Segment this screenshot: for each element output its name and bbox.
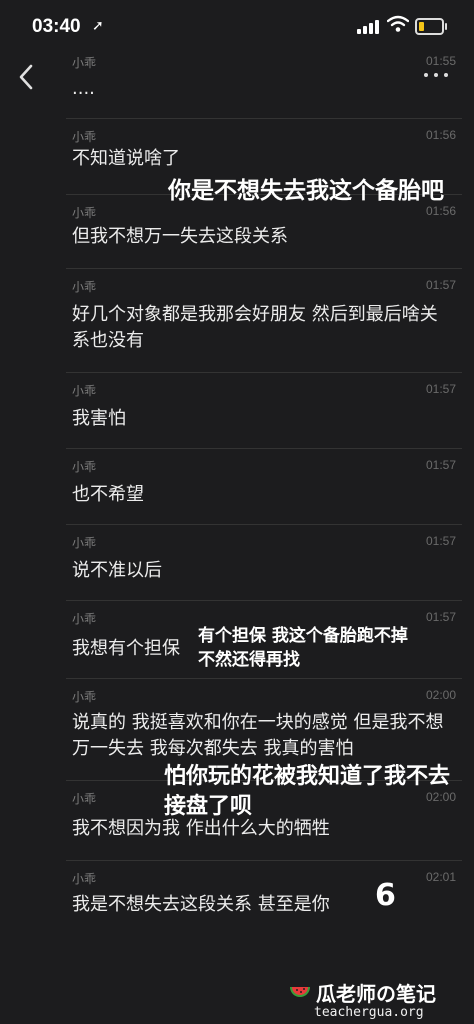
message-time: 01:57: [425, 458, 456, 472]
battery-low-icon: [415, 18, 447, 35]
message-sender: 小乖: [72, 872, 97, 886]
message-sender: 小乖: [72, 792, 97, 806]
message-text: 我害怕: [72, 408, 126, 429]
message-item[interactable]: 小乖 01:57 我害怕: [66, 372, 462, 448]
location-arrow-icon: ➚: [92, 18, 104, 34]
message-time: 01:56: [425, 128, 456, 142]
message-text: 好几个对象都是我那会好朋友 然后到最后啥关系也没有: [72, 304, 438, 351]
message-text: 但我不想万一失去这段关系: [72, 226, 288, 247]
divider: [66, 448, 462, 449]
watermark-title: 瓜老师の笔记: [316, 982, 436, 1006]
back-button[interactable]: [14, 62, 40, 92]
message-sender: 小乖: [72, 460, 97, 474]
divider: [66, 524, 462, 525]
message-time: 01:55: [425, 54, 456, 68]
annotation-text: 怕你玩的花被我知道了我不去接盘了呗: [164, 764, 451, 819]
message-item[interactable]: 小乖 01:57 也不希望: [66, 448, 462, 524]
annotation-text: 6: [375, 878, 396, 913]
message-sender: 小乖: [72, 280, 97, 294]
message-time: 02:00: [425, 688, 456, 702]
message-text: 说真的 我挺喜欢和你在一块的感觉 但是我不想万一失去 我每次都失去 我真的害怕: [72, 712, 444, 759]
message-item[interactable]: 小乖 01:55 ....: [66, 44, 462, 118]
message-time: 01:57: [425, 534, 456, 548]
message-text: 也不希望: [72, 484, 144, 505]
annotation-text: 你是不想失去我这个备胎吧: [168, 178, 444, 204]
message-item[interactable]: 小乖 01:57 说不准以后: [66, 524, 462, 600]
divider: [66, 860, 462, 861]
divider: [66, 268, 462, 269]
status-time: 03:40: [32, 16, 81, 37]
message-time: 01:57: [425, 610, 456, 624]
divider: [66, 678, 462, 679]
message-text: 不知道说啥了: [72, 148, 180, 169]
message-sender: 小乖: [72, 690, 97, 704]
message-sender: 小乖: [72, 536, 97, 550]
message-sender: 小乖: [72, 56, 97, 70]
wifi-icon: [386, 15, 410, 35]
message-time: 01:56: [425, 204, 456, 218]
message-sender: 小乖: [72, 130, 97, 144]
message-sender: 小乖: [72, 206, 97, 220]
message-time: 01:57: [425, 382, 456, 396]
divider: [66, 118, 462, 119]
message-text: 说不准以后: [72, 560, 162, 581]
watermelon-icon: [288, 979, 312, 1003]
message-time: 02:01: [425, 870, 456, 884]
message-item[interactable]: 小乖 01:57 好几个对象都是我那会好朋友 然后到最后啥关系也没有: [66, 268, 462, 372]
watermark-url: teachergua.org: [314, 1005, 424, 1020]
divider: [66, 600, 462, 601]
divider: [66, 372, 462, 373]
annotation-text: 有个担保 我这个备胎跑不掉 不然还得再找: [198, 626, 408, 670]
message-time: 01:57: [425, 278, 456, 292]
cellular-signal-icon: [357, 18, 381, 34]
message-item[interactable]: 小乖 02:01 我是不想失去这段关系 甚至是你: [66, 860, 462, 940]
message-text: ....: [72, 78, 95, 99]
chevron-left-icon: [19, 64, 33, 90]
message-sender: 小乖: [72, 384, 97, 398]
message-sender: 小乖: [72, 612, 97, 626]
